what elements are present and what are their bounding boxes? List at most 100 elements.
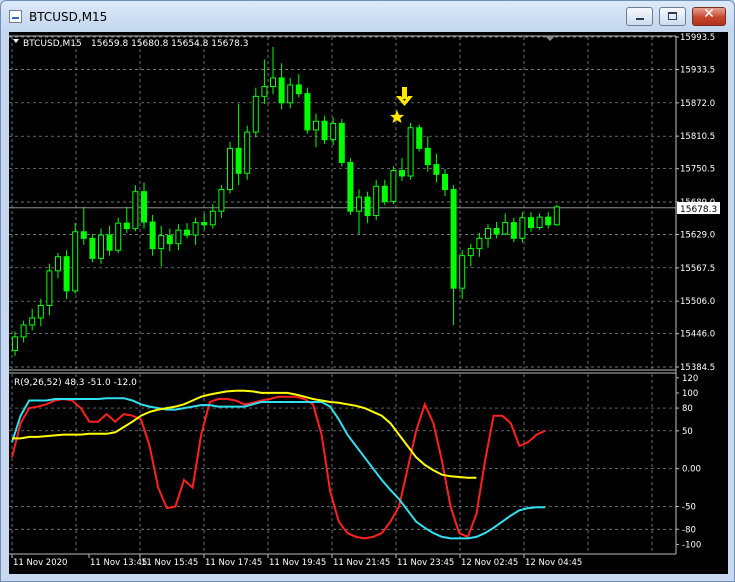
candle-bullish: [244, 131, 251, 174]
indicator-tick-label: 120: [682, 374, 698, 384]
current-price-label: 15678.3: [680, 205, 717, 215]
candle-bullish: [29, 317, 36, 326]
time-tick-label: 11 Nov 17:45: [205, 558, 262, 568]
candle-bullish: [373, 185, 380, 217]
candle-bullish: [313, 120, 319, 131]
candle-bullish: [20, 324, 27, 338]
candle-bearish: [493, 228, 500, 235]
time-tick-label: 11 Nov 23:45: [397, 558, 454, 568]
price-tick-label: 15446.0: [680, 330, 715, 340]
candle-bearish: [295, 84, 302, 95]
chart-area[interactable]: 15993.515933.515872.015810.515750.515689…: [9, 32, 728, 574]
candle-bearish: [184, 229, 190, 236]
candle-bearish: [123, 222, 130, 230]
maximize-button[interactable]: [659, 7, 686, 26]
candle-bullish: [209, 210, 216, 226]
time-tick-label: 11 Nov 19:45: [269, 558, 326, 568]
indicator-tick-label: -50: [682, 503, 696, 513]
candle-bearish: [528, 217, 534, 228]
close-button[interactable]: ✕: [692, 6, 726, 26]
candle-bearish: [106, 234, 113, 251]
price-tick-label: 15567.5: [680, 264, 715, 274]
chart-window-icon: [9, 10, 22, 23]
time-tick-label: 12 Nov 04:45: [525, 558, 582, 568]
time-tick-label: 11 Nov 2020: [13, 558, 67, 568]
indicator-tick-label: 0.00: [682, 465, 701, 475]
candle-bullish: [227, 147, 233, 191]
candle-bearish: [201, 222, 208, 226]
candle-bearish: [63, 256, 70, 292]
candle-bearish: [450, 189, 457, 289]
title-bar[interactable]: BTCUSD,M15 ✕: [1, 1, 734, 32]
candle-bearish: [399, 170, 405, 177]
candle-bearish: [235, 147, 242, 174]
price-tick-label: 15933.5: [680, 66, 715, 76]
candle-bullish: [55, 256, 61, 272]
candle-bullish: [252, 95, 259, 133]
chart-canvas[interactable]: 15993.515933.515872.015810.515750.515689…: [9, 32, 728, 574]
candle-bearish: [442, 173, 448, 191]
indicator-tick-label: -80: [682, 525, 696, 535]
candle-bullish: [519, 217, 526, 239]
maximize-icon: [668, 12, 677, 20]
candle-bullish: [467, 248, 474, 257]
candle-bearish: [424, 147, 431, 166]
candle-bullish: [37, 304, 44, 319]
indicator-tick-label: 100: [682, 389, 698, 399]
price-tick-label: 15750.5: [680, 165, 715, 175]
candle-bearish: [347, 161, 354, 212]
price-tick-label: 15993.5: [680, 33, 715, 43]
candle-bearish: [321, 120, 328, 141]
candle-bullish: [502, 222, 509, 235]
candle-bearish: [166, 235, 173, 245]
candle-bullish: [536, 216, 543, 228]
price-tick-label: 15810.5: [680, 132, 715, 142]
candle-bullish: [407, 127, 414, 177]
ohlc-values: 15659.8 15680.8 15654.8 15678.3: [91, 39, 248, 49]
candle-bearish: [80, 231, 87, 239]
candle-bearish: [149, 221, 156, 250]
candle-bearish: [89, 237, 96, 259]
price-tick-label: 15629.0: [680, 231, 715, 241]
candle-bullish: [98, 234, 104, 259]
candle-bearish: [433, 164, 440, 175]
chart-symbol-label: BTCUSD,M15: [23, 39, 82, 49]
close-icon: ✕: [703, 6, 715, 22]
time-tick-label: 11 Nov 15:45: [141, 558, 198, 568]
time-tick-label: 11 Nov 13:45: [90, 558, 147, 568]
candle-bullish: [476, 237, 483, 250]
candle-bullish: [175, 229, 182, 245]
candle-bullish: [459, 255, 466, 289]
candle-bearish: [304, 93, 311, 131]
candle-bullish: [485, 228, 491, 239]
chart-background: [9, 32, 728, 574]
candle-bullish: [553, 206, 560, 226]
indicator-tick-label: -100: [682, 540, 701, 550]
price-tick-label: 15384.5: [680, 363, 715, 373]
candle-bullish: [132, 191, 139, 230]
candle-bearish: [141, 191, 147, 223]
price-tick-label: 15872.0: [680, 99, 715, 109]
candle-bullish: [72, 231, 79, 292]
indicator-label: R(9,26,52) 48.3 -51.0 -12.0: [14, 378, 137, 388]
candle-bullish: [115, 222, 122, 251]
candle-bearish: [364, 196, 371, 217]
candle-bullish: [330, 122, 337, 141]
candle-bearish: [510, 222, 517, 239]
candle-bullish: [390, 170, 397, 202]
candle-bearish: [381, 185, 388, 202]
time-tick-label: 12 Nov 02:45: [461, 558, 518, 568]
candle-bearish: [416, 127, 423, 149]
candle-bullish: [270, 77, 276, 88]
candle-bullish: [46, 270, 53, 306]
minimize-icon: [636, 18, 644, 20]
candle-bullish: [218, 189, 225, 212]
terminal-window: BTCUSD,M15 ✕ 15993.5 15933.5 15872.0 15810.…: [0, 0, 735, 582]
candle-bullish: [158, 235, 165, 250]
window-title: BTCUSD,M15: [29, 10, 108, 24]
minimize-button[interactable]: [626, 7, 653, 26]
candle-bearish: [338, 122, 345, 163]
candle-bullish: [192, 222, 199, 236]
price-tick-label: 15506.0: [680, 297, 715, 307]
candle-bullish: [356, 196, 362, 212]
